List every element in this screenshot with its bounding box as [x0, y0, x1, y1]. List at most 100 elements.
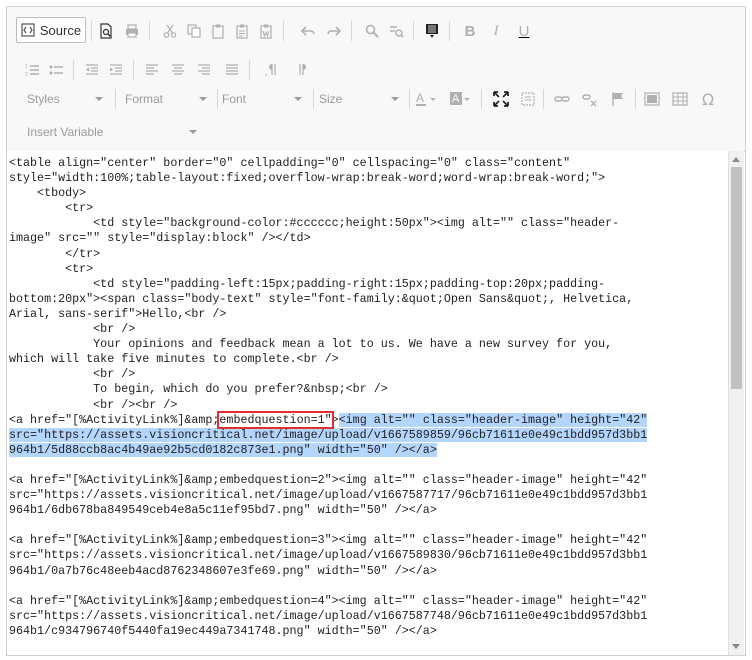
template-icon[interactable]	[421, 19, 443, 43]
insert-variable-dropdown-label: Insert Variable	[27, 125, 104, 139]
ltr-icon[interactable]	[261, 58, 283, 82]
image-icon[interactable]	[641, 87, 663, 111]
format-dropdown[interactable]: Format	[117, 87, 213, 111]
size-dropdown-label: Size	[319, 92, 343, 106]
maximize-icon[interactable]	[489, 87, 513, 111]
source-button-label: Source	[39, 22, 82, 38]
code-line: <a href="[%ActivityLink%]&amp;embedquest…	[9, 533, 648, 548]
show-blocks-icon[interactable]	[517, 87, 539, 111]
code-line: style="width:100%;table-layout:fixed;ove…	[9, 171, 606, 186]
code-line: Arial, sans-serif">Hello,<br />	[9, 306, 227, 321]
code-line: <br />	[9, 322, 136, 337]
font-dropdown[interactable]: Font	[214, 87, 308, 111]
source-code-text[interactable]: <table align="center" border="0" cellpad…	[9, 156, 648, 639]
source-code-area[interactable]: <table align="center" border="0" cellpad…	[7, 151, 728, 655]
chevron-down-icon	[95, 97, 103, 101]
code-line-selected: 964b1/5d88ccb8ac4b49ae92b5cd0182c873e1.p…	[9, 442, 437, 457]
justify-icon[interactable]	[221, 58, 243, 82]
code-text: <a href="[%ActivityLink%]&amp;	[9, 412, 220, 427]
styles-dropdown-label: Styles	[27, 92, 60, 106]
scroll-up-icon[interactable]	[732, 157, 740, 162]
code-text-selected: <img alt="" class="header-image" height=…	[338, 412, 648, 427]
code-line: <a href="[%ActivityLink%]&amp;embedquest…	[9, 593, 648, 608]
toolbar-separator	[449, 21, 450, 41]
code-line: <tbody>	[9, 186, 87, 201]
toolbar-separator	[413, 21, 414, 41]
styles-dropdown[interactable]: Styles	[19, 87, 109, 111]
highlighted-token: embedquestion=1"	[217, 410, 334, 429]
bulleted-list-icon[interactable]	[45, 58, 67, 82]
code-line: Your opinions and feedback mean a lot to…	[9, 337, 613, 352]
editor-toolbar: Source B I U 1 2 Styles Format Font Size…	[7, 7, 745, 152]
paste-text-icon[interactable]	[231, 19, 253, 43]
bold-icon[interactable]: B	[459, 19, 481, 43]
code-line: <br /><br />	[9, 397, 178, 412]
svg-text:2: 2	[25, 72, 28, 78]
code-line: <td style="background-color:#cccccc;heig…	[9, 216, 620, 231]
code-line: 964b1/c934796740f5440fa19ec449a7341748.p…	[9, 623, 437, 638]
toolbar-separator	[409, 89, 410, 109]
toolbar-separator	[115, 89, 116, 109]
toolbar-separator	[149, 21, 150, 41]
unlink-icon[interactable]	[579, 87, 601, 111]
svg-text:A: A	[416, 91, 424, 105]
scrollbar-thumb[interactable]	[731, 167, 742, 389]
chevron-down-icon	[294, 97, 302, 101]
size-dropdown[interactable]: Size	[311, 87, 405, 111]
toolbar-row-4: Insert Variable	[7, 118, 745, 146]
code-line-selected: src="https://assets.visioncritical.net/i…	[9, 427, 648, 442]
scroll-down-icon[interactable]	[732, 644, 740, 649]
print-icon[interactable]	[121, 19, 143, 43]
text-color-icon[interactable]: A	[413, 87, 441, 111]
font-dropdown-label: Font	[222, 92, 247, 106]
code-line: which will take five minutes to complete…	[9, 352, 339, 367]
anchor-icon[interactable]	[607, 87, 629, 111]
code-line: <tr>	[9, 261, 94, 276]
background-color-icon[interactable]: A	[447, 87, 475, 111]
align-left-icon[interactable]	[141, 58, 163, 82]
toolbar-row-2: 12	[7, 56, 745, 84]
source-button[interactable]: Source	[16, 17, 86, 43]
insert-variable-dropdown[interactable]: Insert Variable	[19, 120, 203, 144]
toolbar-separator	[91, 21, 92, 41]
paste-word-icon[interactable]	[255, 19, 277, 43]
paste-icon[interactable]	[207, 19, 229, 43]
undo-icon[interactable]	[297, 19, 319, 43]
toolbar-separator	[283, 21, 284, 41]
code-line: bottom:20px"><span class="body-text" sty…	[9, 291, 634, 306]
link-icon[interactable]	[551, 87, 573, 111]
toolbar-separator	[351, 21, 352, 41]
chevron-down-icon	[189, 130, 197, 134]
align-right-icon[interactable]	[193, 58, 215, 82]
code-line: image" src="" style="display:block" /></…	[9, 231, 311, 246]
code-text: >	[331, 412, 339, 427]
rtl-icon[interactable]	[291, 58, 313, 82]
find-icon[interactable]	[361, 19, 383, 43]
special-char-icon[interactable]: Ω	[697, 87, 719, 111]
vertical-scrollbar[interactable]	[728, 151, 744, 655]
outdent-icon[interactable]	[81, 58, 103, 82]
toolbar-separator	[133, 60, 134, 80]
toolbar-separator	[635, 89, 636, 109]
italic-icon[interactable]: I	[485, 19, 507, 43]
copy-icon[interactable]	[183, 19, 205, 43]
preview-icon[interactable]	[95, 19, 117, 43]
replace-icon[interactable]	[385, 19, 407, 43]
code-line: <table align="center" border="0" cellpad…	[9, 156, 571, 170]
toolbar-row-1: Source B I U	[7, 17, 745, 45]
code-line: src="https://assets.visioncritical.net/i…	[9, 488, 648, 503]
code-line: </tr>	[9, 246, 101, 261]
align-center-icon[interactable]	[167, 58, 189, 82]
code-line-selected: <a href="[%ActivityLink%]&amp;embedquest…	[9, 410, 648, 429]
underline-icon[interactable]: U	[513, 19, 535, 43]
cut-icon[interactable]	[159, 19, 181, 43]
chevron-down-icon	[391, 97, 399, 101]
indent-icon[interactable]	[105, 58, 127, 82]
toolbar-separator	[249, 60, 250, 80]
code-line: To begin, which do you prefer?&nbsp;<br …	[9, 382, 388, 397]
toolbar-separator	[73, 60, 74, 80]
table-icon[interactable]	[669, 87, 691, 111]
code-line: <a href="[%ActivityLink%]&amp;embedquest…	[9, 472, 648, 487]
redo-icon[interactable]	[323, 19, 345, 43]
numbered-list-icon[interactable]: 12	[21, 58, 43, 82]
